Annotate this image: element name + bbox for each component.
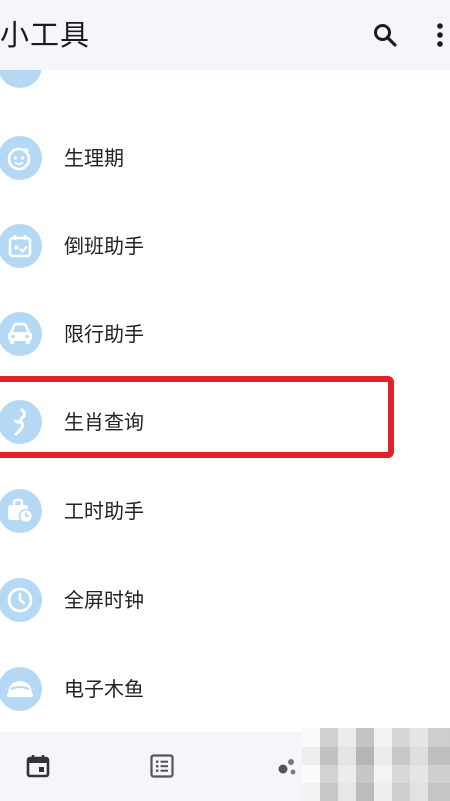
dots-icon [278, 759, 296, 775]
list-item-zodiac-query[interactable]: 生肖查询 [0, 378, 450, 466]
tool-list: 生理期 倒班助手 限行助手 生肖查询 工时助手 全屏时钟 电子木鱼 [0, 70, 450, 732]
list-item-label: 限行助手 [64, 322, 144, 346]
list-item-label: 全屏时钟 [64, 588, 144, 612]
app-screen: 小工具 生理期 倒班助手 限行助手 生肖查询 工时助手 全屏时钟 电子木鱼 [0, 0, 450, 801]
more-vert-icon [437, 23, 443, 47]
baby-face-icon [0, 136, 42, 180]
car-icon [0, 312, 42, 356]
calendar-icon [26, 755, 50, 778]
nav-list-button[interactable] [140, 744, 184, 788]
list-item-label: 工时助手 [64, 499, 144, 523]
list-icon [150, 754, 174, 778]
list-item-wooden-fish[interactable]: 电子木鱼 [0, 645, 450, 732]
search-icon [374, 24, 397, 47]
clock-icon [0, 578, 42, 622]
list-item-label: 生肖查询 [64, 410, 144, 434]
list-item-label: 电子木鱼 [64, 677, 144, 701]
zodiac-icon [0, 400, 42, 444]
list-item-label: 生理期 [64, 146, 124, 170]
page-title: 小工具 [0, 18, 91, 52]
search-button[interactable] [368, 18, 402, 52]
wooden-fish-icon [0, 667, 42, 711]
briefcase-clock-icon [0, 489, 42, 533]
pixelated-watermark [302, 728, 450, 801]
nav-calendar-button[interactable] [16, 744, 60, 788]
calendar-check-icon [0, 224, 42, 268]
app-bar: 小工具 [0, 0, 450, 70]
list-item-work-hours[interactable]: 工时助手 [0, 467, 450, 555]
list-item-label: 倒班助手 [64, 234, 144, 258]
list-item-period[interactable]: 生理期 [0, 114, 450, 202]
more-options-button[interactable] [430, 18, 450, 52]
list-item-shift-assistant[interactable]: 倒班助手 [0, 202, 450, 290]
partial-item-icon [0, 70, 42, 88]
list-item-traffic-restriction[interactable]: 限行助手 [0, 290, 450, 378]
list-item-fullscreen-clock[interactable]: 全屏时钟 [0, 556, 450, 644]
